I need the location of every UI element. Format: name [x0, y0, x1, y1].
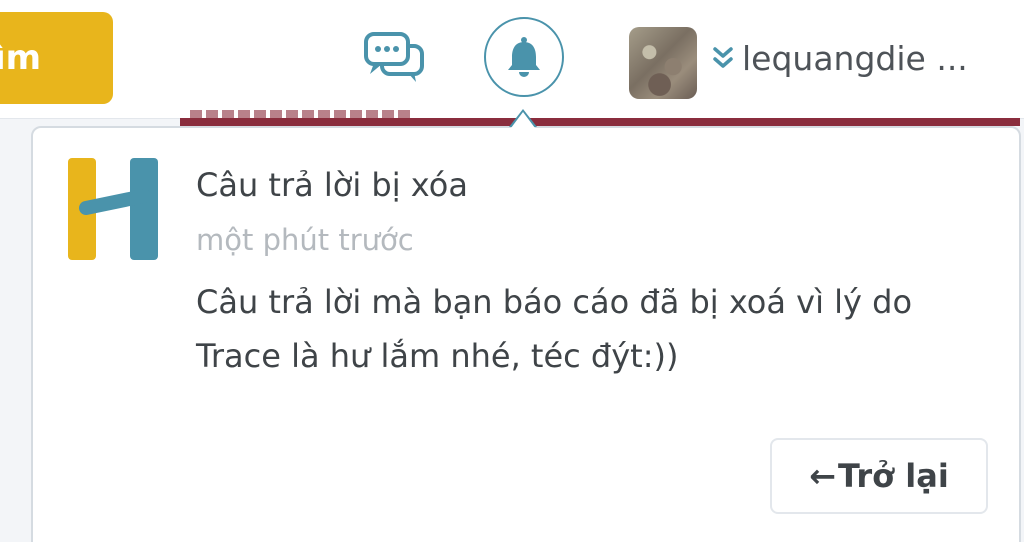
notification-time: một phút trước [196, 223, 414, 257]
username-label: lequangdie ... [742, 38, 968, 78]
double-chevron-down-icon [713, 47, 733, 68]
bell-icon [508, 37, 540, 77]
notification-title: Câu trả lời bị xóa [196, 166, 468, 204]
user-menu[interactable]: lequangdie ... [712, 33, 968, 83]
back-arrow-icon: ← [809, 457, 837, 495]
top-header: ìm lequang [0, 0, 1024, 119]
back-button-label: Trở lại [838, 457, 949, 495]
hoc24-logo [68, 158, 158, 260]
notification-body: Câu trả lời mà bạn báo cáo đã bị xoá vì … [196, 283, 913, 375]
chat-bubbles-icon[interactable] [360, 30, 430, 86]
popup-caret-inner [511, 112, 535, 128]
background-banner [180, 118, 1020, 126]
avatar[interactable] [629, 27, 697, 99]
notifications-button[interactable] [484, 17, 564, 97]
back-button[interactable]: ← Trở lại [770, 438, 988, 514]
page: ìm lequang [0, 0, 1024, 542]
search-button[interactable]: ìm [0, 12, 113, 104]
